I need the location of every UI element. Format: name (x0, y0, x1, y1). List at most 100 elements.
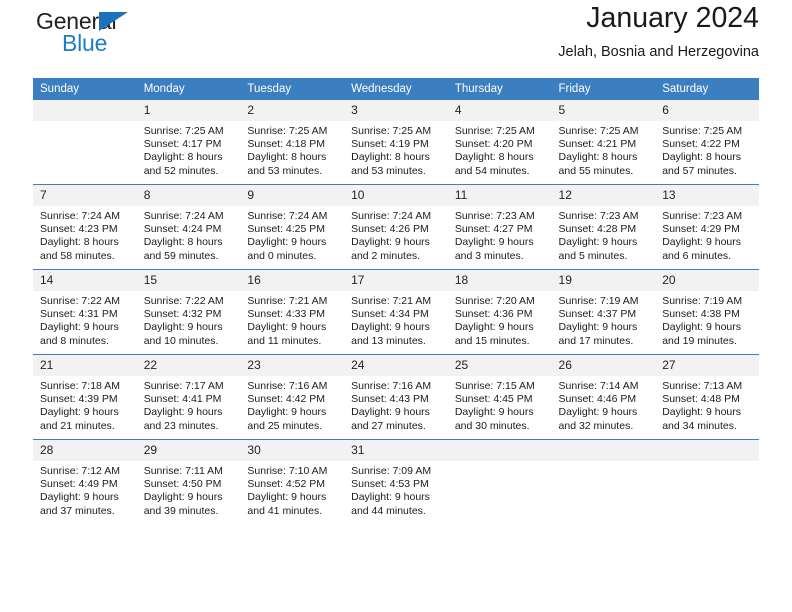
calendar-day-cell[interactable]: 25 Sunrise: 7:15 AM Sunset: 4:45 PM Dayligh… (447, 354, 552, 440)
calendar-day-cell[interactable]: 11 Sunrise: 7:23 AM Sunset: 4:27 PM Dayligh… (447, 184, 552, 270)
calendar-day-cell[interactable]: 28 Sunrise: 7:12 AM Sunset: 4:49 PM Dayligh… (33, 439, 137, 524)
calendar-day-cell[interactable]: 3 Sunrise: 7:25 AM Sunset: 4:19 PM Daylight… (344, 100, 448, 185)
calendar-day-cell[interactable]: 17 Sunrise: 7:21 AM Sunset: 4:34 PM Dayligh… (344, 269, 448, 355)
day-daylight-text: Daylight: 8 hours (40, 236, 119, 249)
day-daylight-text: Daylight: 9 hours (662, 321, 742, 334)
day-details: Sunrise: 7:23 AM Sunset: 4:28 PM Daylight:… (552, 206, 656, 263)
day-number: 11 (447, 185, 552, 206)
day-sunrise-text: Sunrise: 7:24 AM (351, 210, 432, 222)
day-number: 19 (551, 270, 656, 291)
calendar-header-row: Sunday Monday Tuesday Wednesday Thursday… (33, 78, 759, 100)
day-details: Sunrise: 7:25 AM Sunset: 4:17 PM Daylight:… (137, 121, 241, 178)
calendar-day-cell[interactable]: 19 Sunrise: 7:19 AM Sunset: 4:37 PM Dayligh… (551, 269, 656, 355)
day-sunrise-text: Sunrise: 7:25 AM (558, 125, 639, 137)
calendar-day-cell[interactable]: 2 Sunrise: 7:25 AM Sunset: 4:18 PM Daylight… (240, 100, 345, 185)
day-daylight-text: and 57 minutes. (662, 164, 737, 177)
day-sunrise-text: Sunrise: 7:25 AM (662, 125, 743, 137)
day-number: 12 (551, 185, 656, 206)
calendar-day-cell[interactable]: 15 Sunrise: 7:22 AM Sunset: 4:32 PM Dayligh… (136, 269, 241, 355)
day-details: Sunrise: 7:25 AM Sunset: 4:22 PM Daylight:… (655, 121, 759, 178)
calendar-week-row: 7 Sunrise: 7:24 AM Sunset: 4:23 PM Daylight… (33, 184, 759, 270)
day-number: 31 (344, 440, 448, 461)
calendar-day-cell[interactable]: 27 Sunrise: 7:13 AM Sunset: 4:48 PM Dayligh… (655, 354, 759, 440)
day-daylight-text: Daylight: 9 hours (558, 236, 638, 249)
day-number: 9 (240, 185, 345, 206)
calendar-day-cell[interactable]: 9 Sunrise: 7:24 AM Sunset: 4:25 PM Daylight… (240, 184, 345, 270)
day-sunrise-text: Sunrise: 7:09 AM (351, 465, 432, 477)
day-number: 2 (240, 100, 345, 121)
calendar-day-cell[interactable]: 24 Sunrise: 7:16 AM Sunset: 4:43 PM Dayligh… (344, 354, 448, 440)
weekday-header-monday: Monday (136, 78, 241, 100)
day-number: 14 (33, 270, 137, 291)
logo-triangle-icon (99, 12, 128, 31)
day-details: Sunrise: 7:25 AM Sunset: 4:18 PM Daylight:… (240, 121, 344, 178)
day-daylight-text: Daylight: 8 hours (247, 151, 327, 164)
calendar-day-cell[interactable]: 10 Sunrise: 7:24 AM Sunset: 4:26 PM Dayligh… (344, 184, 448, 270)
day-daylight-text: and 5 minutes. (558, 249, 628, 262)
day-sunset-text: Sunset: 4:38 PM (662, 308, 740, 321)
day-daylight-text: Daylight: 9 hours (143, 321, 223, 334)
day-sunrise-text: Sunrise: 7:16 AM (351, 380, 432, 392)
calendar-day-cell[interactable]: 4 Sunrise: 7:25 AM Sunset: 4:20 PM Daylight… (447, 100, 552, 185)
calendar-day-cell[interactable]: 20 Sunrise: 7:19 AM Sunset: 4:38 PM Dayligh… (655, 269, 759, 355)
day-number: 23 (240, 355, 345, 376)
day-daylight-text: and 41 minutes. (247, 504, 323, 517)
day-number: 15 (136, 270, 241, 291)
day-daylight-text: and 44 minutes. (351, 504, 426, 517)
day-number (33, 100, 137, 121)
day-details: Sunrise: 7:13 AM Sunset: 4:48 PM Daylight:… (655, 376, 759, 433)
day-sunrise-text: Sunrise: 7:18 AM (40, 380, 120, 392)
day-daylight-text: Daylight: 9 hours (454, 236, 534, 249)
calendar-day-cell[interactable]: 31 Sunrise: 7:09 AM Sunset: 4:53 PM Dayligh… (344, 439, 448, 524)
day-sunrise-text: Sunrise: 7:14 AM (558, 380, 639, 392)
day-details (33, 121, 137, 125)
day-number: 29 (136, 440, 241, 461)
calendar-day-cell[interactable]: 22 Sunrise: 7:17 AM Sunset: 4:41 PM Dayligh… (136, 354, 241, 440)
day-sunset-text: Sunset: 4:24 PM (143, 223, 222, 236)
day-details: Sunrise: 7:25 AM Sunset: 4:19 PM Daylight:… (344, 121, 448, 178)
calendar-day-cell[interactable]: 29 Sunrise: 7:11 AM Sunset: 4:50 PM Dayligh… (136, 439, 241, 524)
day-daylight-text: Daylight: 8 hours (454, 151, 534, 164)
day-daylight-text: and 17 minutes. (558, 334, 634, 347)
day-sunset-text: Sunset: 4:50 PM (143, 478, 222, 491)
calendar-day-cell[interactable]: 30 Sunrise: 7:10 AM Sunset: 4:52 PM Dayligh… (240, 439, 345, 524)
calendar-week-row: 28 Sunrise: 7:12 AM Sunset: 4:49 PM Dayligh… (33, 439, 759, 524)
day-details: Sunrise: 7:12 AM Sunset: 4:49 PM Daylight:… (33, 461, 137, 518)
day-number: 4 (447, 100, 552, 121)
day-number: 3 (344, 100, 448, 121)
day-sunset-text: Sunset: 4:19 PM (351, 138, 429, 151)
day-sunrise-text: Sunrise: 7:25 AM (454, 125, 535, 137)
calendar-day-cell[interactable]: 13 Sunrise: 7:23 AM Sunset: 4:29 PM Dayligh… (655, 184, 759, 270)
day-daylight-text: Daylight: 8 hours (143, 151, 223, 164)
day-daylight-text: and 34 minutes. (662, 419, 737, 432)
generalblue-logo[interactable]: General Blue (33, 10, 213, 68)
calendar-day-cell[interactable]: 26 Sunrise: 7:14 AM Sunset: 4:46 PM Dayligh… (551, 354, 656, 440)
calendar-day-cell[interactable]: 12 Sunrise: 7:23 AM Sunset: 4:28 PM Dayligh… (551, 184, 656, 270)
day-daylight-text: and 21 minutes. (40, 419, 115, 432)
calendar-day-cell[interactable]: 18 Sunrise: 7:20 AM Sunset: 4:36 PM Dayligh… (447, 269, 552, 355)
day-daylight-text: Daylight: 9 hours (247, 236, 327, 249)
day-daylight-text: and 2 minutes. (351, 249, 420, 262)
calendar-day-cell[interactable]: 5 Sunrise: 7:25 AM Sunset: 4:21 PM Daylight… (551, 100, 656, 185)
calendar-day-cell[interactable]: 8 Sunrise: 7:24 AM Sunset: 4:24 PM Daylight… (136, 184, 241, 270)
day-details: Sunrise: 7:17 AM Sunset: 4:41 PM Daylight:… (137, 376, 241, 433)
day-daylight-text: and 27 minutes. (351, 419, 426, 432)
day-number: 17 (344, 270, 448, 291)
day-daylight-text: Daylight: 9 hours (40, 491, 119, 504)
day-number: 6 (655, 100, 759, 121)
day-details: Sunrise: 7:15 AM Sunset: 4:45 PM Daylight:… (448, 376, 552, 433)
day-sunrise-text: Sunrise: 7:11 AM (143, 465, 223, 477)
calendar-cell-empty (551, 439, 656, 524)
calendar-day-cell[interactable]: 1 Sunrise: 7:25 AM Sunset: 4:17 PM Daylight… (136, 100, 241, 185)
day-number: 27 (655, 355, 759, 376)
day-daylight-text: and 23 minutes. (143, 419, 219, 432)
calendar-day-cell[interactable]: 16 Sunrise: 7:21 AM Sunset: 4:33 PM Dayligh… (240, 269, 345, 355)
calendar-day-cell[interactable]: 23 Sunrise: 7:16 AM Sunset: 4:42 PM Dayligh… (240, 354, 345, 440)
day-sunrise-text: Sunrise: 7:20 AM (454, 295, 535, 307)
calendar-day-cell[interactable]: 6 Sunrise: 7:25 AM Sunset: 4:22 PM Daylight… (655, 100, 759, 185)
calendar-day-cell[interactable]: 21 Sunrise: 7:18 AM Sunset: 4:39 PM Dayligh… (33, 354, 137, 440)
calendar-day-cell[interactable]: 14 Sunrise: 7:22 AM Sunset: 4:31 PM Dayligh… (33, 269, 137, 355)
calendar-day-cell[interactable]: 7 Sunrise: 7:24 AM Sunset: 4:23 PM Daylight… (33, 184, 137, 270)
logo-text-blue: Blue (62, 30, 108, 56)
calendar-week-row: 1 Sunrise: 7:25 AM Sunset: 4:17 PM Daylight… (33, 100, 759, 185)
